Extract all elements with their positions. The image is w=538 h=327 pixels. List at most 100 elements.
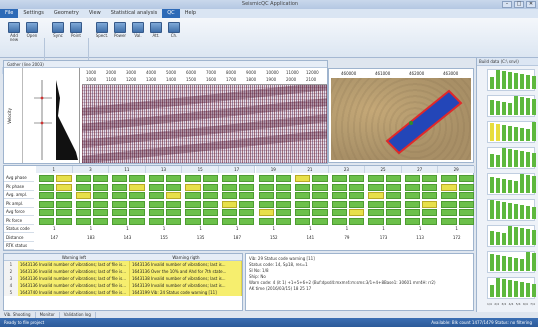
channel-button[interactable]: Ch. [166,22,182,38]
minimize-icon[interactable]: – [502,1,512,8]
qc-cell[interactable] [331,217,347,225]
attribute-button[interactable]: Att. [148,22,164,38]
qc-cell[interactable] [368,200,384,208]
qc-cell[interactable] [331,200,347,208]
qc-cell[interactable] [148,183,165,191]
qc-cell[interactable] [92,200,109,208]
qc-cell[interactable] [202,217,218,225]
qc-cell[interactable] [39,183,55,191]
qc-cell[interactable] [112,175,128,182]
qc-cell[interactable] [295,175,311,182]
qc-cell[interactable] [239,183,255,191]
qc-cell[interactable] [312,209,328,216]
qc-cell[interactable] [112,192,128,199]
qc-cell[interactable] [129,183,145,191]
sync-button[interactable]: Sync [50,22,66,38]
qc-cell[interactable] [275,200,292,208]
qc-cell[interactable] [75,192,91,199]
qc-cell[interactable] [385,209,401,216]
qc-cell[interactable] [148,217,165,225]
qc-cell[interactable] [148,192,165,199]
qc-cell[interactable] [202,200,218,208]
qc-cell[interactable] [422,175,438,182]
qc-cell[interactable] [239,175,255,182]
warning-row[interactable]: 3 1643136 Invalid number of vibrations; l… [4,275,242,282]
qc-cell[interactable] [441,192,457,199]
spectrum-button[interactable]: Spect. [94,22,110,38]
qc-cell[interactable] [441,217,457,225]
qc-cell[interactable] [92,209,109,216]
qc-cell[interactable] [348,200,365,208]
column-header[interactable]: 13 [145,166,183,173]
qc-cell[interactable] [422,192,438,199]
qc-cell[interactable] [92,217,109,225]
qc-cell[interactable] [239,217,255,225]
warning-row[interactable]: 1 1643136 Invalid number of vibrations; l… [4,261,242,268]
qc-cell[interactable] [239,192,255,199]
qc-cell[interactable] [112,209,128,216]
qc-cell[interactable] [92,175,109,182]
qc-cell[interactable] [185,192,201,199]
qc-cell[interactable] [221,175,238,182]
qc-cell[interactable] [385,175,401,182]
menu-qc[interactable]: QC [162,9,180,18]
qc-cell[interactable] [92,183,109,191]
qc-cell[interactable] [458,209,474,216]
qc-cell[interactable] [404,175,421,182]
qc-cell[interactable] [385,183,401,191]
qc-cell[interactable] [56,192,72,199]
qc-cell[interactable] [75,200,91,208]
qc-cell[interactable] [422,209,438,216]
column-header[interactable]: 11 [109,166,146,173]
qc-cell[interactable] [56,209,72,216]
qc-cell[interactable] [185,200,201,208]
qc-cell[interactable] [148,209,165,216]
menu-statistical-analysis[interactable]: Statistical analysis [106,9,163,18]
column-header[interactable]: 3 [72,166,110,173]
menu-settings[interactable]: Settings [18,9,49,18]
qc-cell[interactable] [166,183,182,191]
qc-cell[interactable] [39,192,55,199]
qc-cell[interactable] [312,183,328,191]
qc-cell[interactable] [404,200,421,208]
column-header[interactable]: 23 [328,166,366,173]
qc-cell[interactable] [129,217,145,225]
qc-cell[interactable] [441,175,457,182]
qc-cell[interactable] [348,217,365,225]
qc-cell[interactable] [422,200,438,208]
qc-cell[interactable] [112,200,128,208]
qc-cell[interactable] [368,209,384,216]
qc-cell[interactable] [331,175,347,182]
point-button[interactable]: Point [68,22,84,38]
warning-row[interactable]: 2 1643136 Invalid number of vibrations; l… [4,268,242,275]
qc-cell[interactable] [221,183,238,191]
qc-cell[interactable] [458,192,474,199]
qc-cell[interactable] [129,192,145,199]
qc-cell[interactable] [148,200,165,208]
qc-cell[interactable] [275,209,292,216]
qc-cell[interactable] [441,183,457,191]
qc-cell[interactable] [348,209,365,216]
qc-cell[interactable] [295,217,311,225]
qc-cell[interactable] [185,183,201,191]
menu-file[interactable]: File [0,9,19,18]
column-header[interactable]: 25 [365,166,402,173]
qc-cell[interactable] [404,209,421,216]
qc-cell[interactable] [202,192,218,199]
qc-cell[interactable] [185,175,201,182]
qc-cell[interactable] [202,183,218,191]
column-header[interactable]: 17 [218,166,256,173]
qc-cell[interactable] [348,175,365,182]
qc-cell[interactable] [331,192,347,199]
qc-cell[interactable] [258,209,274,216]
qc-cell[interactable] [221,192,238,199]
qc-cell[interactable] [129,175,145,182]
qc-cell[interactable] [129,200,145,208]
qc-cell[interactable] [422,217,438,225]
qc-cell[interactable] [166,200,182,208]
qc-cell[interactable] [221,209,238,216]
qc-cell[interactable] [458,175,474,182]
qc-cell[interactable] [331,209,347,216]
warning-row[interactable]: 4 1643136 Invalid number of vibrations; l… [4,282,242,289]
qc-cell[interactable] [295,209,311,216]
